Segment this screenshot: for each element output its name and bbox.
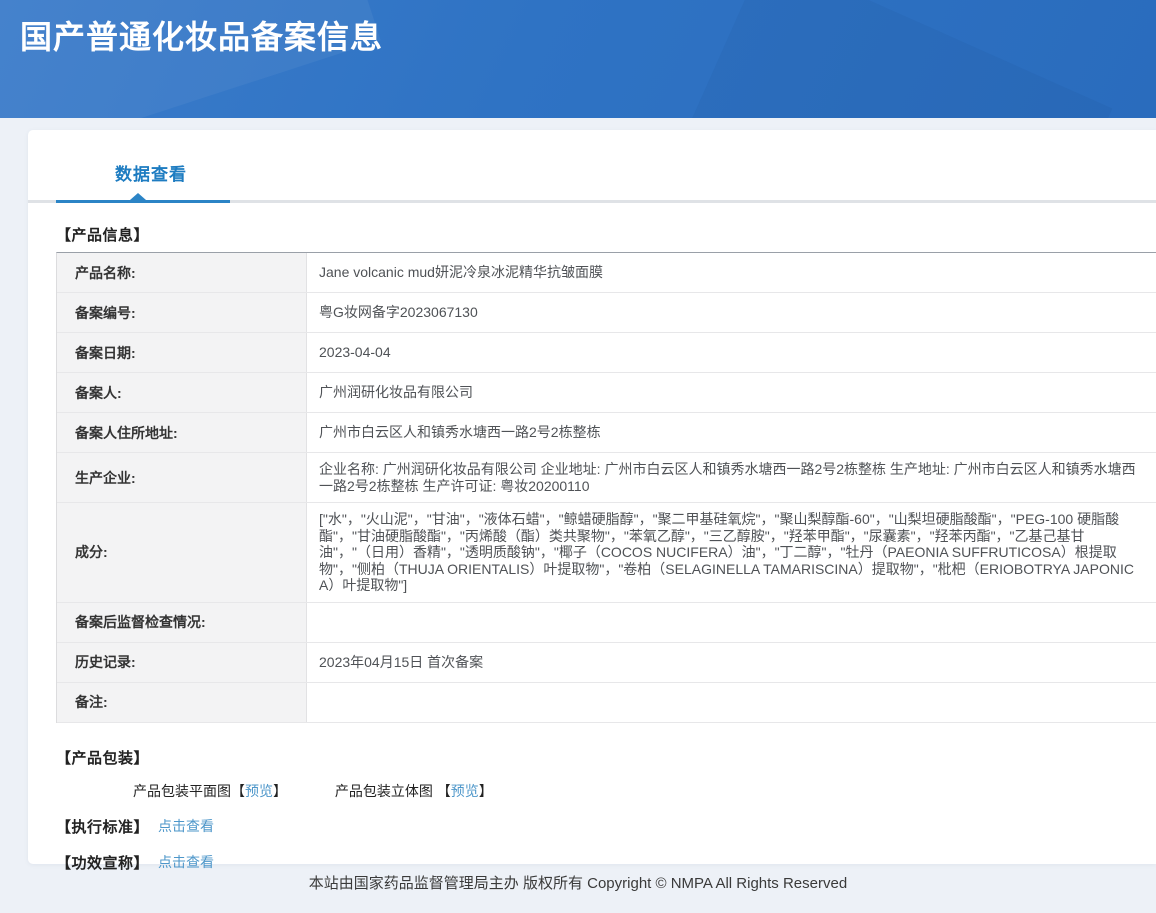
row-value: 广州润研化妆品有限公司 xyxy=(307,373,1156,412)
packaging-flat-image-item: 产品包装平面图【预览】 xyxy=(133,783,291,799)
tab-active-underline xyxy=(56,200,230,203)
row-value xyxy=(307,603,1156,642)
packaging-3d-image-preview-link[interactable]: 预览 xyxy=(451,783,479,799)
product-info-table: 产品名称:Jane volcanic mud妍泥冷泉冰泥精华抗皱面膜备案编号:粤… xyxy=(56,252,1156,723)
section-standard-title: 【执行标准】 xyxy=(56,816,149,837)
bracket-open: 【 xyxy=(231,783,245,799)
footer-copyright-text: 本站由国家药品监督管理局主办 版权所有 Copyright © NMPA All… xyxy=(309,872,847,893)
row-value: 广州市白云区人和镇秀水塘西一路2号2栋整栋 xyxy=(307,413,1156,452)
row-value: Jane volcanic mud妍泥冷泉冰泥精华抗皱面膜 xyxy=(307,253,1156,292)
row-value: ["水"，"火山泥"，"甘油"，"液体石蜡"，"鲸蜡硬脂醇"，"聚二甲基硅氧烷"… xyxy=(307,503,1156,602)
tab-bar: 数据查看 xyxy=(28,130,1156,203)
table-row: 产品名称:Jane volcanic mud妍泥冷泉冰泥精华抗皱面膜 xyxy=(57,253,1156,293)
row-label: 生产企业: xyxy=(57,453,307,502)
banner-decoration-shape xyxy=(660,0,1113,118)
bracket-close: 】 xyxy=(273,783,287,799)
row-label: 成分: xyxy=(57,503,307,602)
row-label: 备案后监督检查情况: xyxy=(57,603,307,642)
bracket-close: 】 xyxy=(479,783,493,799)
page-footer: 本站由国家药品监督管理局主办 版权所有 Copyright © NMPA All… xyxy=(0,864,1156,913)
row-value: 2023年04月15日 首次备案 xyxy=(307,643,1156,682)
table-row: 生产企业:企业名称: 广州润研化妆品有限公司 企业地址: 广州市白云区人和镇秀水… xyxy=(57,453,1156,503)
tab-data-view[interactable]: 数据查看 xyxy=(115,160,187,185)
table-row: 成分:["水"，"火山泥"，"甘油"，"液体石蜡"，"鲸蜡硬脂醇"，"聚二甲基硅… xyxy=(57,503,1156,603)
tab-data-view-label: 数据查看 xyxy=(115,165,187,184)
table-row: 备案人住所地址:广州市白云区人和镇秀水塘西一路2号2栋整栋 xyxy=(57,413,1156,453)
row-value: 粤G妆网备字2023067130 xyxy=(307,293,1156,332)
table-row: 备案人:广州润研化妆品有限公司 xyxy=(57,373,1156,413)
section-packaging-title: 【产品包装】 xyxy=(56,747,1156,768)
row-label: 备案人住所地址: xyxy=(57,413,307,452)
row-label: 历史记录: xyxy=(57,643,307,682)
table-row: 备案后监督检查情况: xyxy=(57,603,1156,643)
row-label: 备案日期: xyxy=(57,333,307,372)
main-content: 【产品信息】 产品名称:Jane volcanic mud妍泥冷泉冰泥精华抗皱面… xyxy=(28,224,1156,873)
row-value: 2023-04-04 xyxy=(307,333,1156,372)
row-label: 备案人: xyxy=(57,373,307,412)
packaging-flat-image-preview-link[interactable]: 预览 xyxy=(245,783,273,799)
tab-active-indicator-triangle xyxy=(130,193,146,200)
packaging-flat-image-label: 产品包装平面图 xyxy=(133,783,231,799)
packaging-3d-image-label: 产品包装立体图 xyxy=(335,783,437,799)
row-label: 产品名称: xyxy=(57,253,307,292)
row-label: 备案编号: xyxy=(57,293,307,332)
table-row: 备案日期:2023-04-04 xyxy=(57,333,1156,373)
page-header-banner: 国产普通化妆品备案信息 xyxy=(0,0,1156,118)
row-value: 企业名称: 广州润研化妆品有限公司 企业地址: 广州市白云区人和镇秀水塘西一路2… xyxy=(307,453,1156,502)
row-value xyxy=(307,683,1156,722)
tab-underline xyxy=(28,200,1156,203)
table-row: 历史记录:2023年04月15日 首次备案 xyxy=(57,643,1156,683)
table-row: 备案编号:粤G妆网备字2023067130 xyxy=(57,293,1156,333)
section-product-info-title: 【产品信息】 xyxy=(56,224,1156,245)
standard-view-link[interactable]: 点击查看 xyxy=(158,816,214,836)
bracket-open: 【 xyxy=(437,783,451,799)
standard-row: 【执行标准】 点击查看 xyxy=(56,816,1156,837)
page-title: 国产普通化妆品备案信息 xyxy=(20,12,383,58)
table-row: 备注: xyxy=(57,683,1156,723)
content-card: 数据查看 【产品信息】 产品名称:Jane volcanic mud妍泥冷泉冰泥… xyxy=(28,130,1156,864)
packaging-row: 产品包装平面图【预览】 产品包装立体图 【预览】 xyxy=(56,781,1156,801)
row-label: 备注: xyxy=(57,683,307,722)
packaging-3d-image-item: 产品包装立体图 【预览】 xyxy=(335,783,493,799)
